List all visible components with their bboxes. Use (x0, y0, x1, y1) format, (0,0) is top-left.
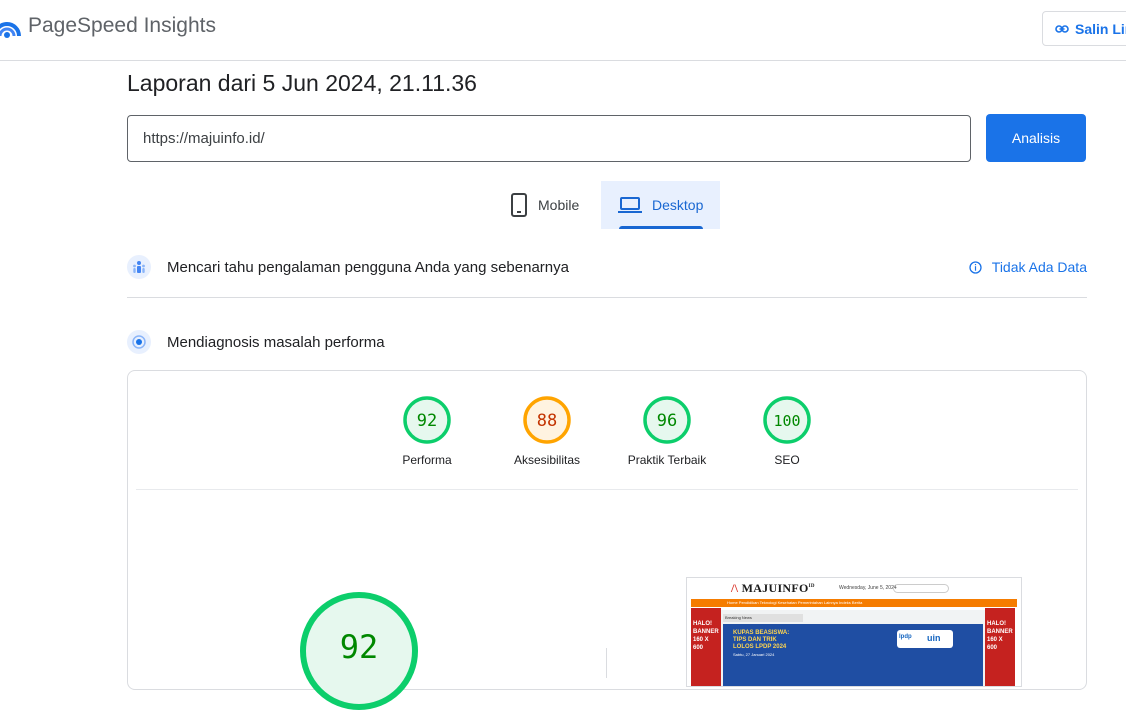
page-screenshot-thumbnail: /\ MAJUINFOID Wednesday, June 5, 2024 Ho… (686, 577, 1022, 687)
thumb-date: Wednesday, June 5, 2024 (839, 585, 897, 591)
top-bar: PageSpeed Insights Salin Link (0, 0, 1126, 61)
gauge-ring: 96 (643, 396, 691, 444)
section-divider (127, 297, 1087, 298)
score-gauge-seo[interactable]: 100 SEO (732, 395, 842, 467)
score-label: Aksesibilitas (513, 453, 581, 467)
card-divider (136, 489, 1078, 490)
score-value: 92 (417, 411, 437, 431)
gauge-ring: 92 (403, 396, 451, 444)
score-label: SEO (774, 453, 800, 467)
gauge-ring: 88 (523, 396, 571, 444)
thumb-uin-text: uin (927, 633, 941, 643)
report-title: Laporan dari 5 Jun 2024, 21.11.36 (127, 70, 477, 96)
thumb-breaking-text: Breaking News (725, 615, 752, 620)
score-label: Performa (402, 453, 452, 467)
score-gauge-accessibility[interactable]: 88 Aksesibilitas (492, 395, 602, 467)
thumb-nav-text: Home Pendidikan Teknologi Kesehatan Peme… (727, 600, 863, 605)
tab-mobile[interactable]: Mobile (500, 181, 600, 229)
lab-data-heading: Mendiagnosis masalah performa (167, 333, 385, 351)
thumb-search-box (893, 584, 949, 593)
url-input[interactable] (127, 115, 971, 162)
people-icon (127, 255, 151, 279)
score-value: 88 (537, 411, 557, 431)
field-data-heading: Mencari tahu pengalaman pengguna Anda ya… (167, 258, 569, 276)
thumb-brand-text: MAJUINFO (741, 581, 809, 595)
field-data-section: Mencari tahu pengalaman pengguna Anda ya… (127, 252, 1087, 282)
info-icon (969, 260, 982, 274)
score-value: 100 (773, 412, 800, 430)
gauge-ring: 100 (763, 396, 811, 444)
thumb-lpdp-text: lpdp (899, 634, 912, 640)
score-gauge-best-practices[interactable]: 96 Praktik Terbaik (612, 395, 722, 467)
tab-desktop-label: Desktop (652, 197, 704, 213)
score-label: Praktik Terbaik (627, 453, 707, 467)
score-value: 96 (657, 411, 677, 431)
vertical-divider (606, 648, 607, 678)
thumb-brand-mark: /\ MAJUINFOID (731, 581, 815, 595)
thumb-headline: KUPAS BEASISWA: TIPS DAN TRIK LOLOS LPDP… (733, 630, 790, 650)
no-data-link[interactable]: Tidak Ada Data (969, 259, 1087, 275)
copy-link-button[interactable]: Salin Link (1042, 11, 1126, 46)
active-tab-indicator (619, 226, 703, 229)
link-icon (1055, 24, 1069, 33)
pagespeed-logo-icon (0, 22, 21, 38)
no-data-label: Tidak Ada Data (991, 259, 1087, 275)
main-score-value: 92 (340, 628, 379, 666)
main-performance-gauge: 92 (300, 592, 418, 710)
tab-desktop[interactable]: Desktop (601, 181, 720, 229)
diagnose-icon (127, 330, 151, 354)
app-brand: PageSpeed Insights (28, 14, 216, 37)
smartphone-icon (511, 193, 527, 217)
score-gauge-performance[interactable]: 92 Performa (372, 395, 482, 467)
thumb-side-banner-right-text: HALO! BANNER 160 X 600 (987, 621, 1013, 651)
lab-data-section: Mendiagnosis masalah performa (127, 327, 1087, 357)
thumb-side-banner-left-text: HALO! BANNER 160 X 600 (693, 621, 719, 651)
laptop-icon (618, 197, 642, 213)
thumb-brand-sup: ID (808, 584, 815, 589)
tab-mobile-label: Mobile (538, 197, 580, 213)
thumb-subtext: Sabtu, 27 Januari 2024 (733, 652, 775, 657)
copy-link-label: Salin Link (1075, 20, 1126, 37)
analyze-button[interactable]: Analisis (986, 114, 1086, 162)
